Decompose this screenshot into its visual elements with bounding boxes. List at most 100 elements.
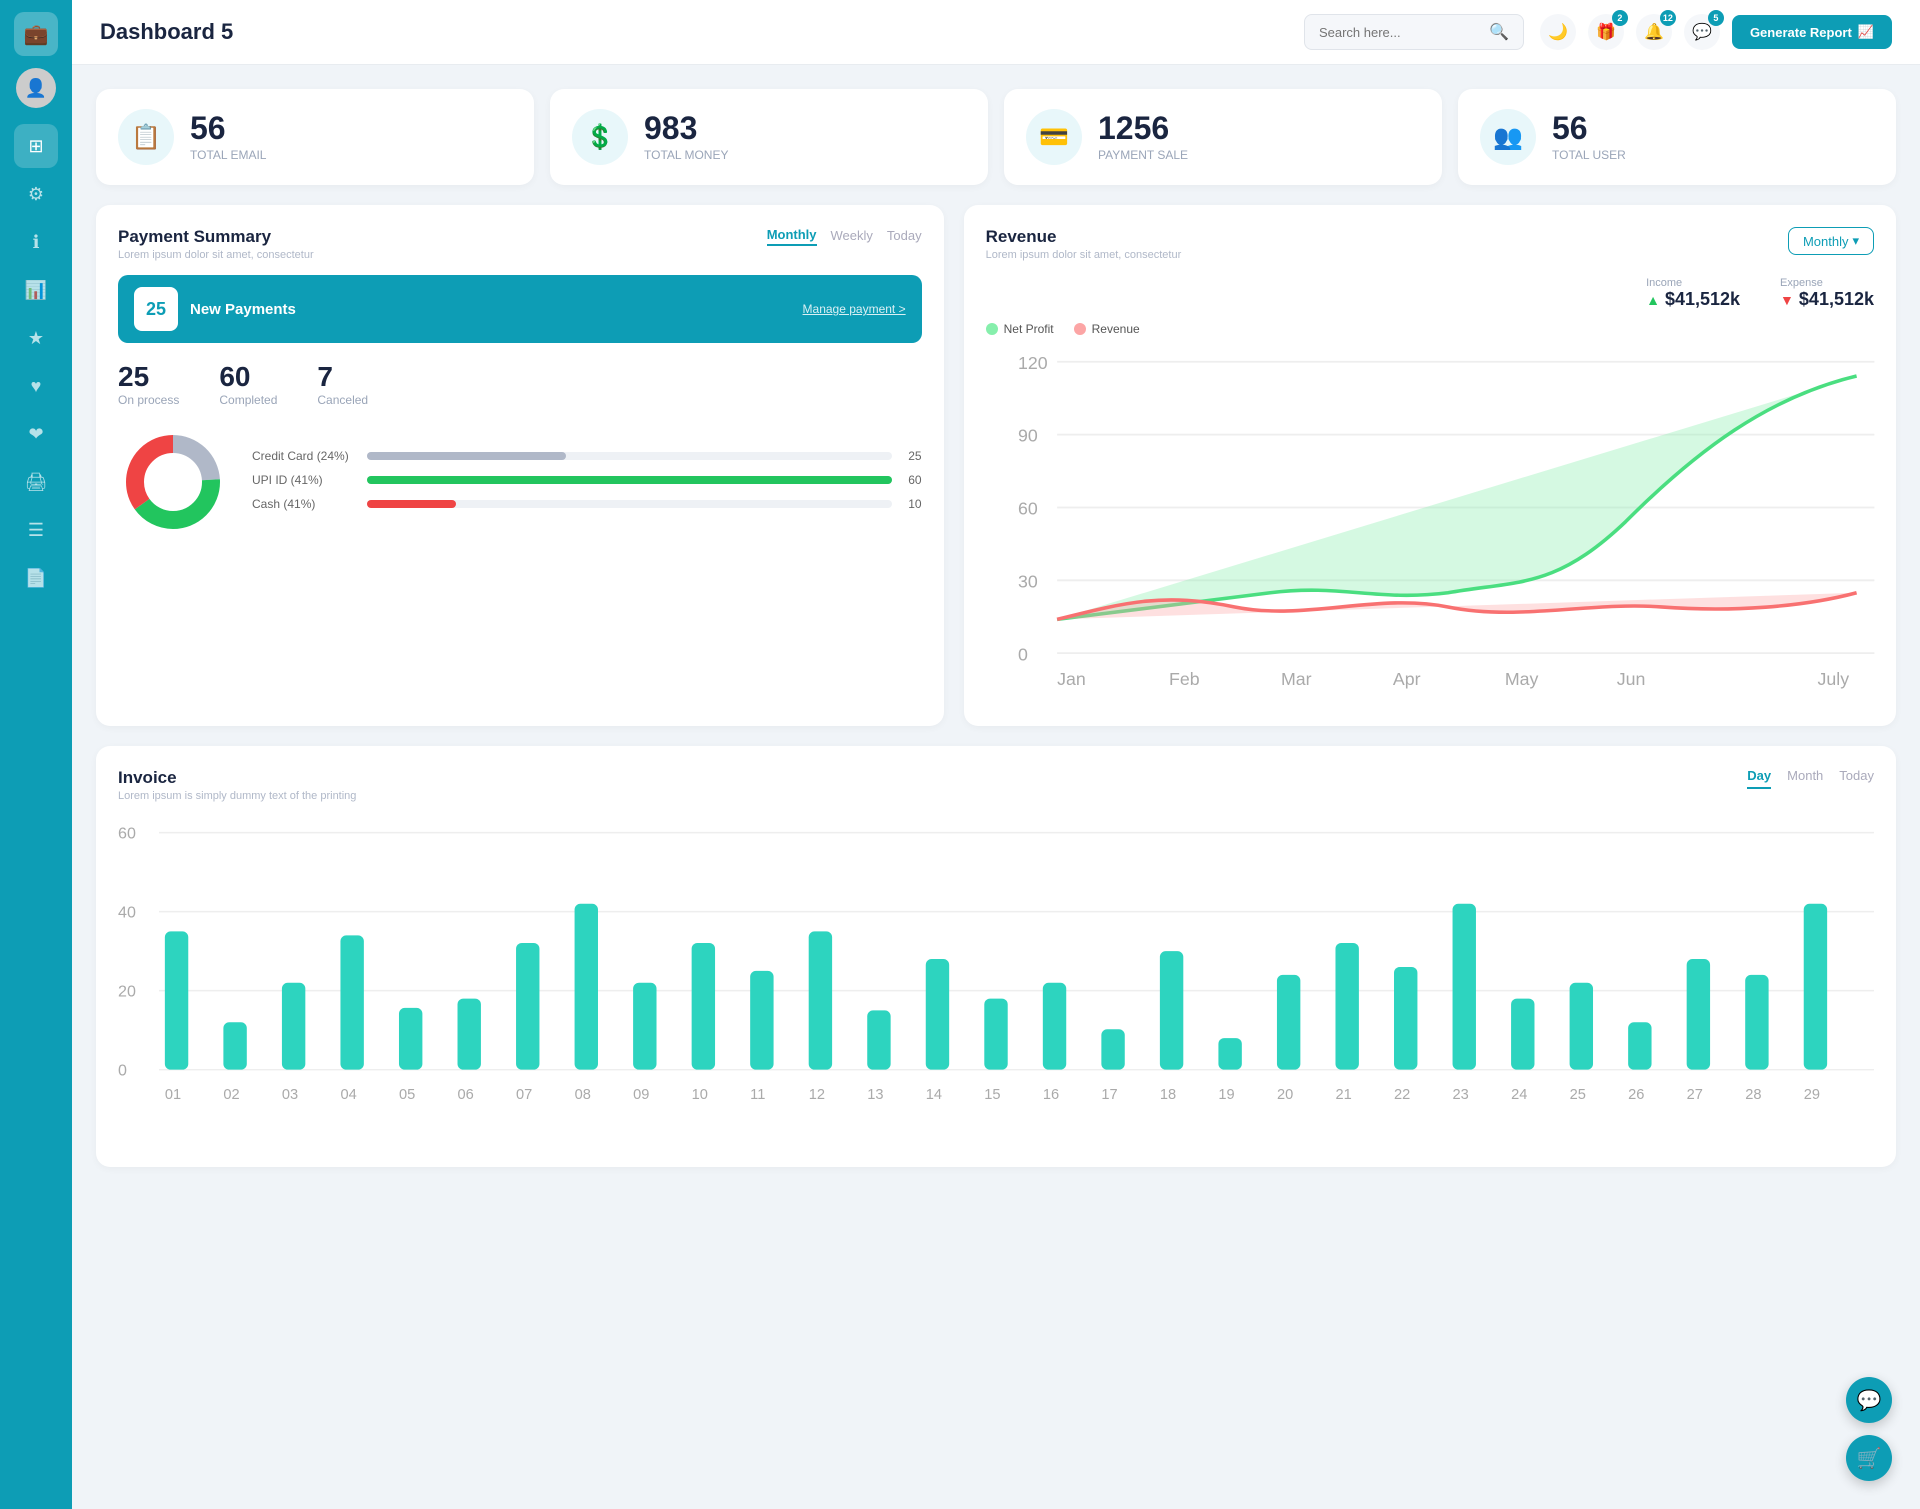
svg-text:60: 60 [118,825,136,843]
revenue-legend: Net Profit Revenue [986,322,1874,336]
svg-text:28: 28 [1745,1087,1761,1103]
tab-today[interactable]: Today [887,228,922,245]
search-input[interactable] [1319,25,1481,40]
sidebar-item-star[interactable]: ★ [14,316,58,360]
payment-summary-header: Payment Summary Lorem ipsum dolor sit am… [118,227,922,261]
bar-label-cash: Cash (41%) [252,497,357,511]
svg-text:21: 21 [1335,1087,1351,1103]
revenue-filter-button[interactable]: Monthly ▾ [1788,227,1874,255]
completed-label: Completed [219,393,277,407]
completed-number: 60 [219,361,277,393]
bar-10 [692,943,715,1070]
invoice-tab-today[interactable]: Today [1839,768,1874,789]
sidebar: 💼 👤 ⊞ ⚙ ℹ 📊 ★ ♥ ❤ 🖨 ☰ 📄 [0,0,72,1509]
sidebar-item-chart[interactable]: 📊 [14,268,58,312]
bar-val-upi: 60 [902,473,922,487]
fab-cart-button[interactable]: 🛒 [1846,1435,1892,1481]
money-label: TOTAL MONEY [644,148,728,162]
income-amount: $41,512k [1665,289,1740,309]
payment-summary-card: Payment Summary Lorem ipsum dolor sit am… [96,205,944,726]
sidebar-item-print[interactable]: 🖨 [14,460,58,504]
main-content: Dashboard 5 🔍 🌙 🎁 2 🔔 12 💬 5 [72,0,1920,1509]
legend-net-profit: Net Profit [986,322,1054,336]
search-icon: 🔍 [1489,22,1509,42]
gift-button[interactable]: 🎁 2 [1588,14,1624,50]
bar-14 [926,959,949,1070]
svg-text:20: 20 [118,983,136,1001]
bar-03 [282,983,305,1070]
bar-07 [516,943,539,1070]
svg-text:30: 30 [1018,571,1038,591]
expense-value: ▼ $41,512k [1780,289,1874,310]
payment-summary-subtitle: Lorem ipsum dolor sit amet, consectetur [118,249,314,261]
sidebar-item-list[interactable]: ☰ [14,508,58,552]
invoice-tabs: Day Month Today [1747,768,1874,789]
sidebar-item-info[interactable]: ℹ [14,220,58,264]
manage-payment-link[interactable]: Manage payment > [803,302,906,316]
svg-text:24: 24 [1511,1087,1527,1103]
bar-track-credit [367,452,892,460]
revenue-subtitle: Lorem ipsum dolor sit amet, consectetur [986,249,1182,261]
user-avatar[interactable]: 👤 [16,68,56,108]
svg-text:04: 04 [340,1087,356,1103]
email-icon: 📋 [118,109,174,165]
invoice-tab-day[interactable]: Day [1747,768,1771,789]
payment-number: 1256 [1098,112,1188,144]
money-number: 983 [644,112,728,144]
sidebar-item-heart[interactable]: ♥ [14,364,58,408]
svg-text:11: 11 [750,1087,765,1103]
fab-chat-button[interactable]: 💬 [1846,1377,1892,1423]
stat-user-info: 56 TOTAL USER [1552,112,1626,162]
svg-text:Mar: Mar [1281,669,1312,689]
svg-text:Jan: Jan [1057,669,1086,689]
bar-15 [984,999,1007,1070]
bar-23 [1453,904,1476,1070]
bell-button[interactable]: 🔔 12 [1636,14,1672,50]
svg-text:08: 08 [575,1087,591,1103]
invoice-subtitle: Lorem ipsum is simply dummy text of the … [118,790,356,802]
bar-label-credit: Credit Card (24%) [252,449,357,463]
svg-text:12: 12 [809,1087,825,1103]
sidebar-item-report[interactable]: 📄 [14,556,58,600]
net-profit-area [1057,376,1857,619]
bar-row-cash: Cash (41%) 10 [252,497,922,511]
expense-amount: $41,512k [1799,289,1874,309]
svg-text:02: 02 [223,1087,239,1103]
page-title: Dashboard 5 [100,19,1288,45]
tab-monthly[interactable]: Monthly [767,227,817,246]
topbar-icons: 🌙 🎁 2 🔔 12 💬 5 Generate Report 📈 [1540,14,1892,50]
generate-report-button[interactable]: Generate Report 📈 [1732,15,1892,49]
payment-label: PAYMENT SALE [1098,148,1188,162]
sidebar-item-dashboard[interactable]: ⊞ [14,124,58,168]
expense-label: Expense [1780,277,1874,289]
payment-summary-titles: Payment Summary Lorem ipsum dolor sit am… [118,227,314,261]
svg-text:26: 26 [1628,1087,1644,1103]
invoice-tab-month[interactable]: Month [1787,768,1823,789]
sidebar-item-settings[interactable]: ⚙ [14,172,58,216]
logo: 💼 [14,12,58,56]
income-label: Income [1646,277,1740,289]
svg-text:09: 09 [633,1087,649,1103]
bar-12 [809,932,832,1070]
bar-track-cash [367,500,892,508]
sidebar-item-heart2[interactable]: ❤ [14,412,58,456]
new-payments-bar: 25 New Payments Manage payment > [118,275,922,343]
income-value: ▲ $41,512k [1646,289,1740,310]
bar-08 [575,904,598,1070]
tab-weekly[interactable]: Weekly [831,228,873,245]
invoice-title: Invoice [118,768,356,788]
chat-button[interactable]: 💬 5 [1684,14,1720,50]
svg-text:27: 27 [1687,1087,1703,1103]
svg-text:July: July [1817,669,1849,689]
invoice-card: Invoice Lorem ipsum is simply dummy text… [96,746,1896,1167]
svg-text:25: 25 [1570,1087,1586,1103]
payment-bars: Credit Card (24%) 25 UPI ID (41%) [252,449,922,521]
expense-item: Expense ▼ $41,512k [1780,277,1874,310]
topbar: Dashboard 5 🔍 🌙 🎁 2 🔔 12 💬 5 [72,0,1920,65]
revenue-chart-area: 120 90 60 30 0 [986,344,1874,704]
bar-25 [1570,983,1593,1070]
theme-toggle-button[interactable]: 🌙 [1540,14,1576,50]
svg-text:22: 22 [1394,1087,1410,1103]
svg-text:May: May [1504,669,1538,689]
svg-text:15: 15 [984,1087,1000,1103]
